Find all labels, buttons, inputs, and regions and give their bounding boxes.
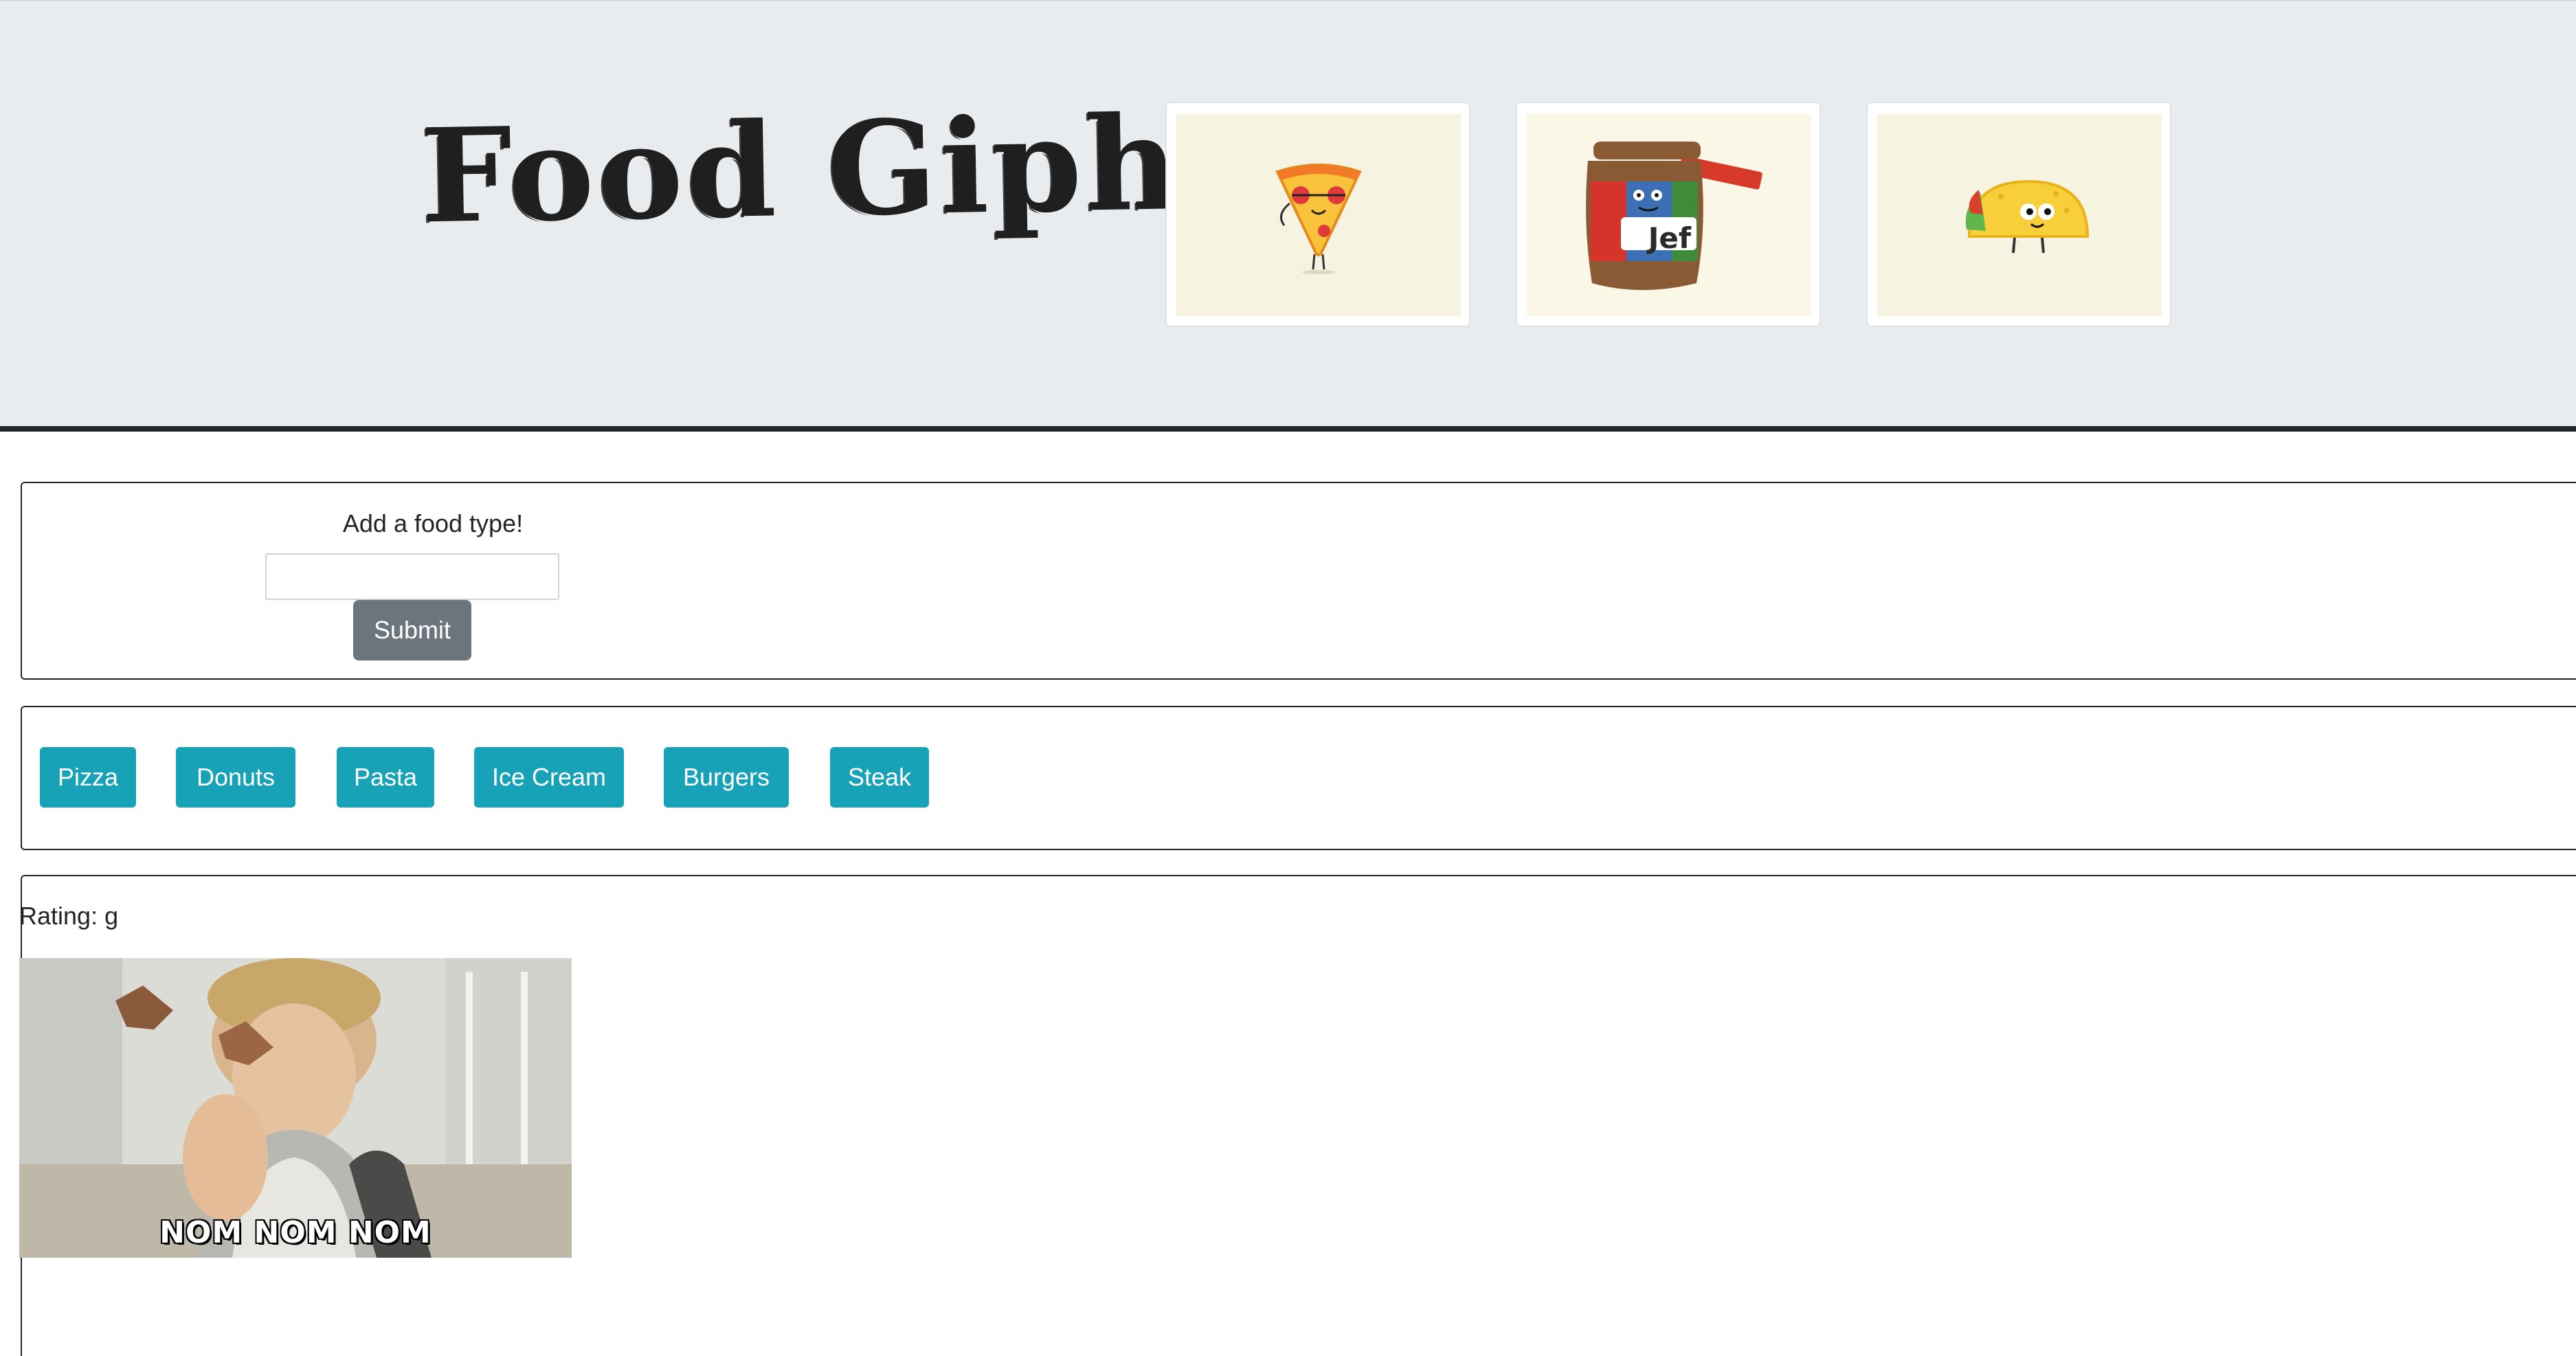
food-buttons-panel: Pizza Donuts Pasta Ice Cream Burgers Ste… bbox=[21, 706, 2576, 850]
thumbnail-card-peanut-butter[interactable]: Jef bbox=[1516, 102, 1821, 327]
header-divider bbox=[0, 426, 2576, 432]
taco-character-icon bbox=[1877, 114, 2162, 316]
food-button-pasta[interactable]: Pasta bbox=[337, 747, 434, 808]
food-button-steak[interactable]: Steak bbox=[830, 747, 929, 808]
submit-button[interactable]: Submit bbox=[353, 600, 471, 660]
add-food-label: Add a food type! bbox=[342, 509, 524, 537]
header-jumbotron: Food Giphy! Jef bbox=[0, 0, 2576, 426]
pizza-slice-character-icon bbox=[1176, 114, 1461, 316]
gif-rating: Rating: g bbox=[19, 902, 119, 930]
food-button-ice-cream[interactable]: Ice Cream bbox=[474, 747, 624, 808]
gif-caption-text: NOM NOM NOM bbox=[159, 1215, 432, 1250]
food-type-input[interactable] bbox=[265, 553, 559, 600]
result-gif-image[interactable]: NOM NOM NOM bbox=[19, 958, 572, 1258]
thumbnail-card-taco[interactable] bbox=[1866, 102, 2171, 327]
food-button-donuts[interactable]: Donuts bbox=[176, 747, 295, 808]
food-button-burgers[interactable]: Burgers bbox=[664, 747, 789, 808]
jar-label-text: Jef bbox=[1648, 221, 1692, 255]
food-button-pizza[interactable]: Pizza bbox=[40, 747, 136, 808]
thumbnail-card-pizza[interactable] bbox=[1165, 102, 1470, 327]
peanut-butter-jar-character-icon: Jef bbox=[1527, 114, 1811, 316]
add-food-form: Add a food type! Submit bbox=[21, 482, 2576, 680]
